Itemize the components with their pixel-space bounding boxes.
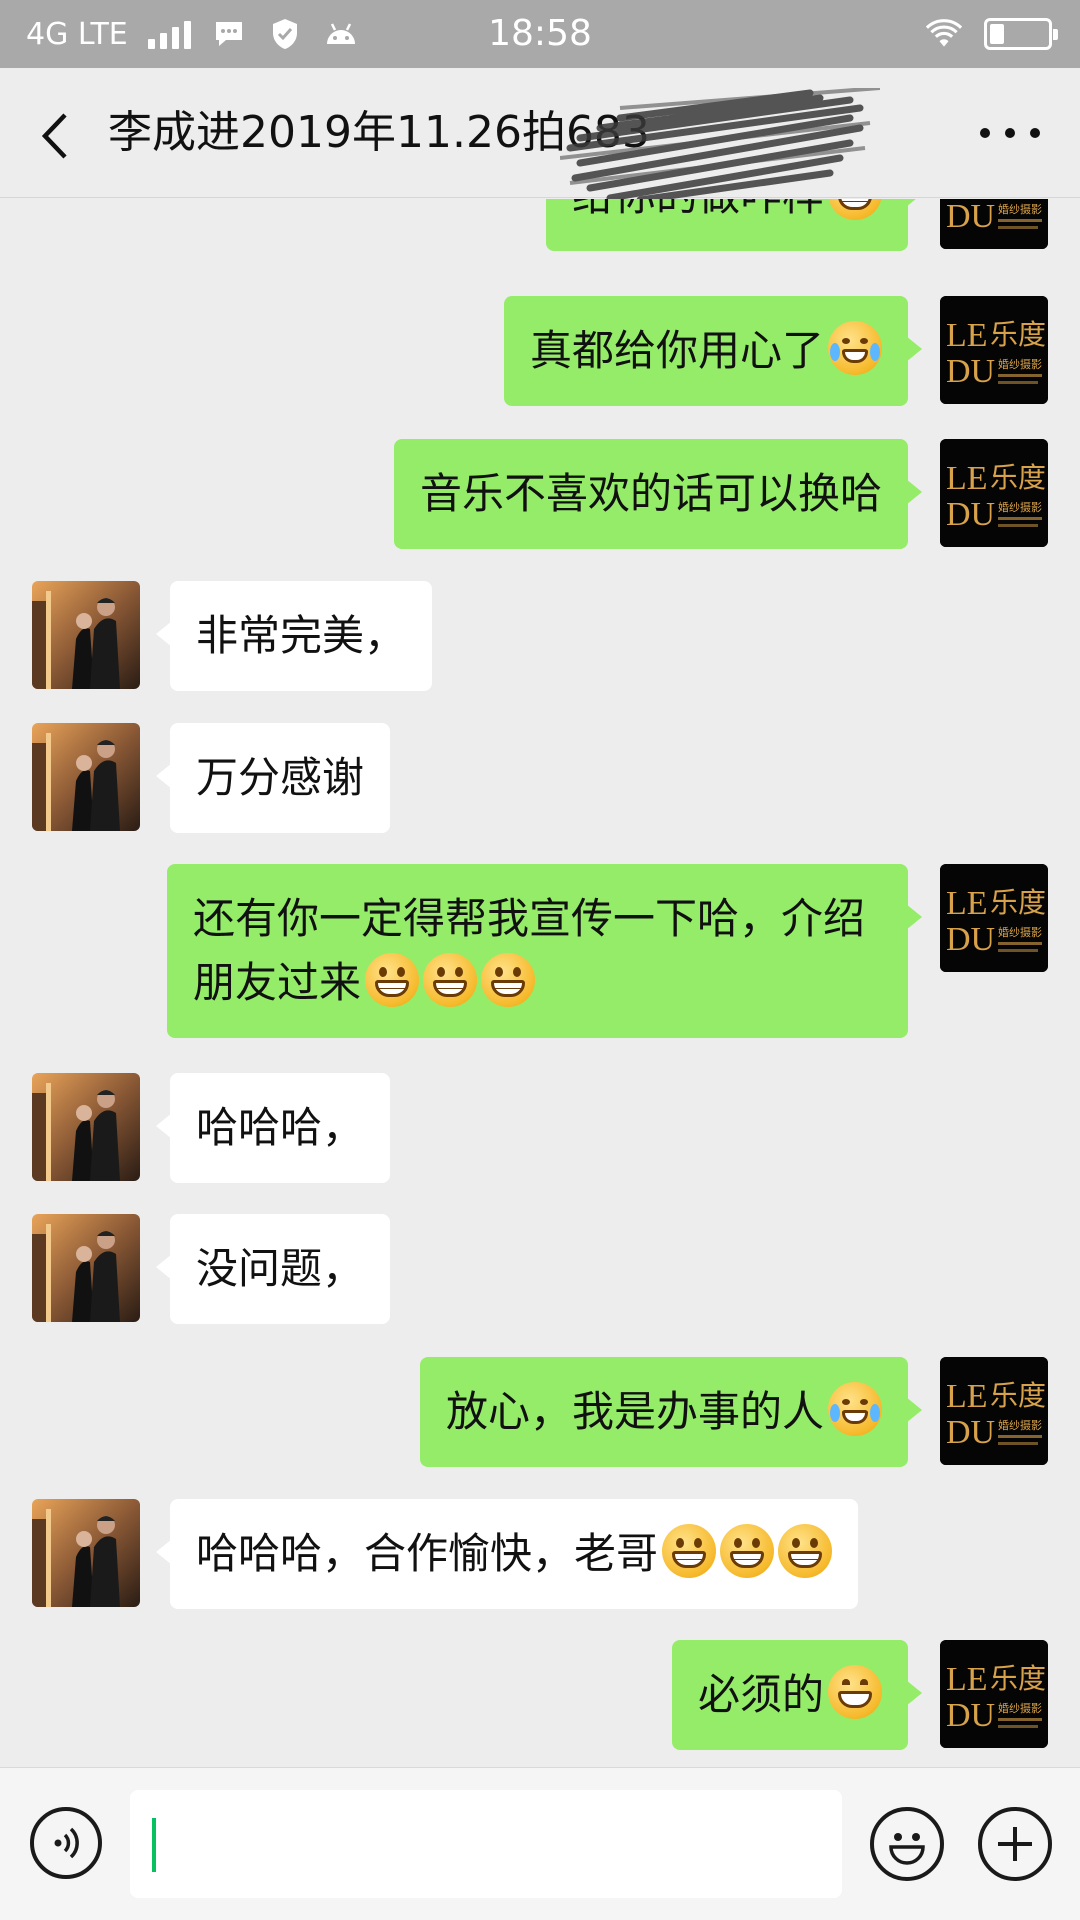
message-bubble[interactable]: 给你的做咋样 [545,199,923,251]
logo-small: 婚纱摄影 [998,202,1042,216]
chat-header: 李成进2019年11.26拍683 [0,68,1080,204]
more-functions-button[interactable] [978,1807,1052,1881]
contact-photo-avatar [32,723,140,831]
message-text: 非常完美， [196,611,407,660]
contact-avatar[interactable] [32,1073,140,1181]
status-bar: 4G LTE 18:58 [0,0,1080,68]
message-bubble[interactable]: 没问题， [155,1214,391,1324]
contact-avatar[interactable] [32,1214,140,1322]
logo-cn: 乐度 [990,1379,1046,1412]
my-avatar[interactable]: LE 乐度 DU 婚纱摄影 [940,864,1048,972]
contact-avatar[interactable] [32,723,140,831]
grin-emoji-icon [365,953,420,1007]
grin-emoji-icon [662,1524,717,1578]
my-avatar[interactable]: LE 乐度 DU 婚纱摄影 [940,1357,1048,1465]
logo-small: 婚纱摄影 [998,925,1042,939]
logo-le: LE [946,317,988,354]
message-text: 万分感谢 [196,753,365,802]
message-bubble[interactable]: 还有你一定得帮我宣传一下哈，介绍朋友过来 [167,864,922,1038]
message-input[interactable] [130,1790,842,1898]
logo-du: DU [946,353,995,390]
message-bubble[interactable]: 必须的 [671,1640,923,1750]
my-avatar[interactable]: LE 乐度 DU 婚纱摄影 [940,1640,1048,1748]
logo-du: DU [946,921,995,958]
contact-photo-avatar [32,1214,140,1322]
message-bubble[interactable]: 音乐不喜欢的话可以换哈 [393,439,923,549]
message-list[interactable]: 给你的做咋样 LE 乐度 DU 婚纱摄影 真都给你用心了 LE 乐度 DU 婚纱… [0,199,1080,1767]
back-button[interactable] [28,106,80,166]
company-logo-avatar: LE 乐度 DU 婚纱摄影 [940,296,1048,404]
logo-le: LE [946,1661,988,1698]
wifi-icon [926,16,962,52]
logo-le: LE [946,885,988,922]
contact-avatar[interactable] [32,581,140,689]
contact-photo-avatar [32,581,140,689]
message-bubble[interactable]: 万分感谢 [155,723,391,833]
message-text: 没问题， [196,1244,365,1293]
voice-input-button[interactable] [30,1807,102,1879]
emoji-button[interactable] [870,1807,944,1881]
message-bubble[interactable]: 哈哈哈，合作愉快，老哥 [155,1499,859,1609]
logo-small: 婚纱摄影 [998,357,1042,371]
logo-le: LE [946,460,988,497]
message-text: 音乐不喜欢的话可以换哈 [419,469,882,518]
message-bubble[interactable]: 真都给你用心了 [503,296,923,406]
message-text: 哈哈哈， [196,1103,365,1152]
company-logo-avatar: LE 乐度 DU 婚纱摄影 [940,1357,1048,1465]
input-bar [0,1767,1080,1920]
my-avatar[interactable]: LE 乐度 DU 婚纱摄影 [940,199,1048,249]
company-logo-avatar: LE 乐度 DU 婚纱摄影 [940,199,1048,249]
message-text: 放心，我是办事的人 [445,1387,824,1436]
message-bubble[interactable]: 非常完美， [155,581,433,691]
battery-icon [984,18,1058,50]
my-avatar[interactable]: LE 乐度 DU 婚纱摄影 [940,439,1048,547]
contact-avatar[interactable] [32,1499,140,1607]
grin-emoji-icon [828,199,882,220]
message-bubble[interactable]: 放心，我是办事的人 [419,1357,923,1467]
smiley-icon [889,1833,925,1865]
tears-of-joy-emoji-icon [828,1382,882,1436]
message-bubble[interactable]: 哈哈哈， [155,1073,391,1183]
logo-du: DU [946,496,995,533]
contact-photo-avatar [32,1073,140,1181]
contact-photo-avatar [32,1499,140,1607]
company-logo-avatar: LE 乐度 DU 婚纱摄影 [940,864,1048,972]
logo-cn: 乐度 [990,1662,1046,1695]
logo-du: DU [946,199,995,235]
grin-emoji-icon [720,1524,775,1578]
logo-small: 婚纱摄影 [998,500,1042,514]
tears-of-joy-emoji-icon [828,321,882,375]
message-text: 哈哈哈，合作愉快，老哥 [196,1529,659,1578]
plus-icon [998,1827,1032,1861]
chat-title: 李成进2019年11.26拍683 [108,107,650,158]
company-logo-avatar: LE 乐度 DU 婚纱摄影 [940,439,1048,547]
chevron-left-icon [41,113,67,159]
message-text: 给你的做咋样 [572,199,824,220]
message-text: 必须的 [697,1670,824,1719]
text-caret [152,1818,156,1872]
my-avatar[interactable]: LE 乐度 DU 婚纱摄影 [940,296,1048,404]
smile-emoji-icon [828,1665,882,1719]
logo-small: 婚纱摄影 [998,1418,1042,1432]
grin-emoji-icon [423,953,478,1007]
logo-small: 婚纱摄影 [998,1701,1042,1715]
logo-du: DU [946,1697,995,1734]
voice-icon [54,1827,79,1859]
logo-du: DU [946,1414,995,1451]
message-text: 真都给你用心了 [529,326,824,375]
logo-cn: 乐度 [990,318,1046,351]
clock: 18:58 [488,13,592,54]
logo-cn: 乐度 [990,886,1046,919]
logo-cn: 乐度 [990,461,1046,494]
more-options-button[interactable] [980,110,1040,156]
grin-emoji-icon [481,953,536,1007]
company-logo-avatar: LE 乐度 DU 婚纱摄影 [940,1640,1048,1748]
logo-le: LE [946,1378,988,1415]
grin-emoji-icon [778,1524,833,1578]
